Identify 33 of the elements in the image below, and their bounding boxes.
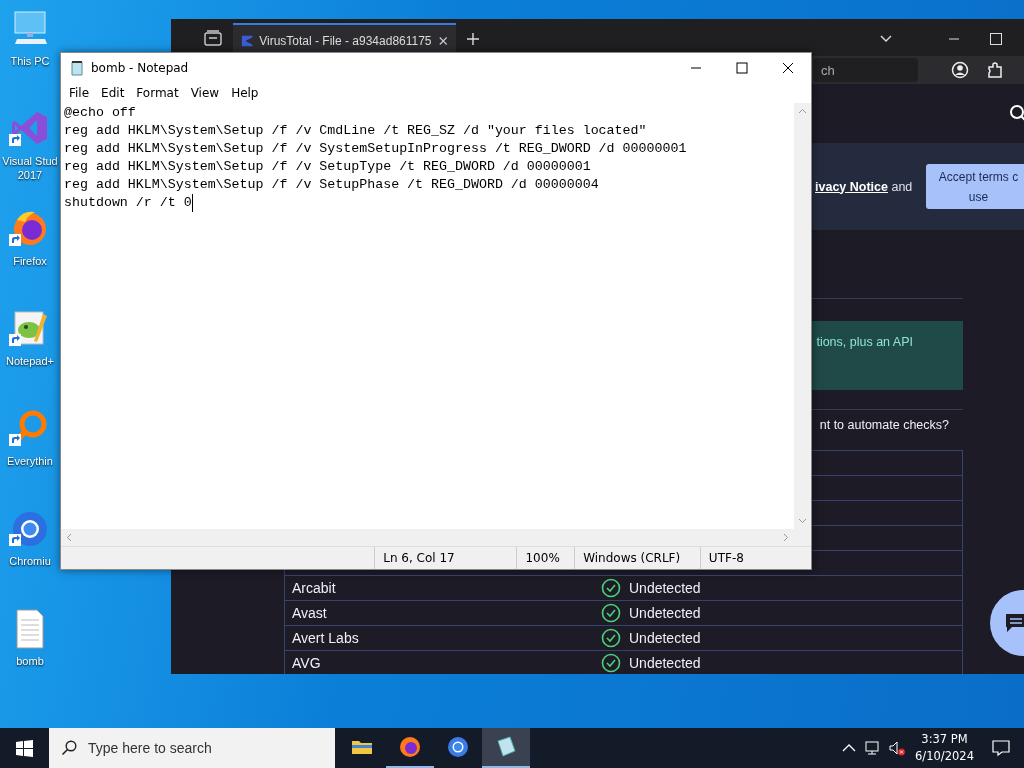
cookie-notice-text: ivacy Notice and [815,179,911,194]
menu-item[interactable]: Help [225,86,265,100]
privacy-notice-link[interactable]: ivacy Notice [815,179,888,194]
accept-terms-button[interactable]: Accept terms c use [926,164,1024,209]
status-text: Ln 6, Col 17 [374,547,517,569]
menu-item[interactable]: Edit [95,86,131,100]
code-line: reg add HKLM\System\Setup /f /v CmdLine /t REG_SZ /d "your files located" [64,123,647,138]
code-line: reg add HKLM\System\Setup /f /v SystemSetupInProgress /t REG_DWORD /d 00000001 [64,141,687,156]
engine-name: Avast [291,605,328,621]
detection-result: Undetected [629,580,701,596]
menu-item[interactable]: Format [130,86,185,100]
api-info-text: tions, plus an API [816,335,913,351]
code-line: reg add HKLM\System\Setup /f /v SetupPhase /t REG_DWORD /d 00000004 [64,177,599,192]
code-line: reg add HKLM\System\Setup /f /v SetupType /t REG_DWORD /d 00000001 [64,159,591,174]
taskbar-search-field[interactable]: Type here to search [49,728,335,768]
window-title: bomb - Notepad [91,61,189,75]
menu-item[interactable]: View [184,86,226,100]
engine-name: AVG [291,655,322,671]
status-text: Windows (CRLF) [574,547,700,569]
status-text: UTF-8 [699,547,811,569]
engine-name: Arcabit [291,580,337,596]
engine-name: Avert Labs [291,630,360,646]
clock-date[interactable]: 6/10/2024 [915,748,974,765]
detection-result: Undetected [629,605,701,621]
clock-time[interactable]: 3:37 PM [921,731,968,748]
code-line: @echo off [64,105,136,120]
status-text: 100% [516,547,575,569]
search-field[interactable]: ch [813,58,918,82]
code-line: shutdown /r /t 0 [64,194,193,212]
menu-item[interactable]: File [63,86,96,100]
detection-result: Undetected [629,655,701,671]
detection-result: Undetected [629,630,701,646]
automation-question: nt to automate checks? [819,418,949,434]
